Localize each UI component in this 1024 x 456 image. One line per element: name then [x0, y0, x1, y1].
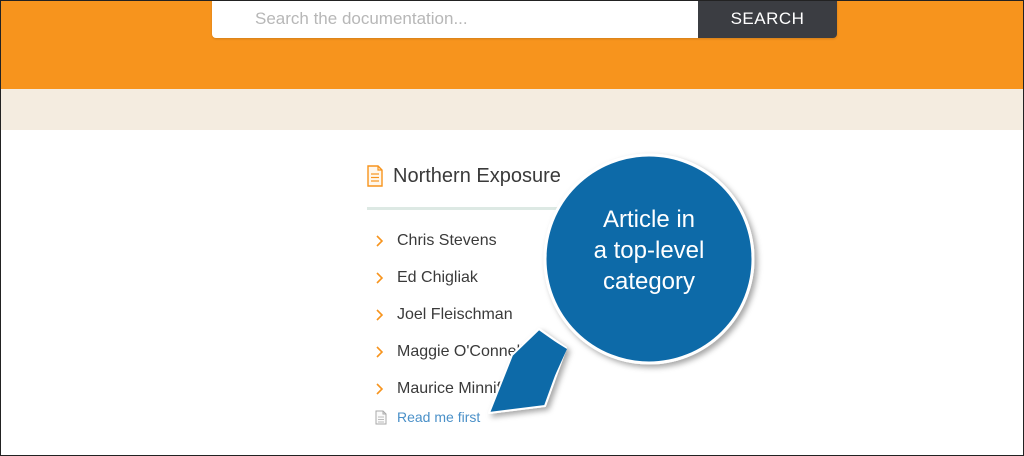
- category-block: Northern Exposure Chris Stevens Ed Chigl…: [367, 159, 667, 425]
- article-link[interactable]: Ed Chigliak: [397, 269, 478, 287]
- top-level-article: Read me first: [375, 409, 480, 425]
- list-item: Maurice Minnifield: [375, 370, 526, 407]
- category-title[interactable]: Northern Exposure: [393, 165, 561, 188]
- list-item: Chris Stevens: [375, 222, 526, 259]
- article-link[interactable]: Chris Stevens: [397, 232, 497, 250]
- search-input[interactable]: [212, 1, 698, 38]
- document-icon: [367, 165, 383, 187]
- list-item: Ed Chigliak: [375, 259, 526, 296]
- callout-line: Article in: [602, 206, 696, 233]
- callout-line: category: [602, 268, 696, 295]
- page-frame: SEARCH Northern Exposure Chris Stevens E…: [0, 0, 1024, 456]
- chevron-right-icon: [376, 308, 384, 321]
- category-header: Northern Exposure: [367, 159, 667, 193]
- section-band: [1, 89, 1023, 130]
- article-list: Chris Stevens Ed Chigliak Joel Fleischma…: [375, 222, 526, 407]
- callout-line: a top-level: [593, 237, 705, 264]
- chevron-right-icon: [376, 234, 384, 247]
- callout-text: Article in a top-level category: [549, 204, 749, 297]
- chevron-right-icon: [376, 345, 384, 358]
- file-icon: [375, 410, 387, 424]
- article-link[interactable]: Joel Fleischman: [397, 306, 513, 324]
- list-item: Joel Fleischman: [375, 296, 526, 333]
- read-me-first-link[interactable]: Read me first: [397, 409, 480, 425]
- list-item: Maggie O'Connell: [375, 333, 526, 370]
- search-button[interactable]: SEARCH: [698, 1, 837, 38]
- article-link[interactable]: Maggie O'Connell: [397, 343, 524, 361]
- chevron-right-icon: [376, 271, 384, 284]
- chevron-right-icon: [376, 382, 384, 395]
- search-bar: SEARCH: [212, 1, 837, 38]
- article-link[interactable]: Maurice Minnifield: [397, 380, 526, 398]
